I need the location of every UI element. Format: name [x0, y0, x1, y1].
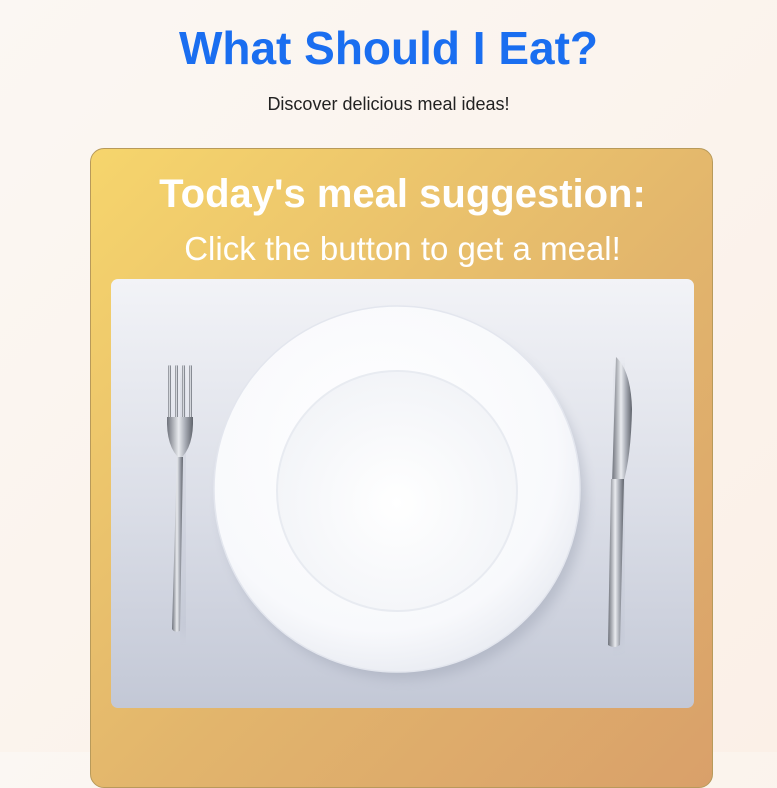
page-subtitle: Discover delicious meal ideas!	[267, 94, 510, 114]
meal-image	[111, 279, 694, 708]
meal-suggestion-text: Click the button to get a meal!	[184, 230, 621, 267]
meal-suggestion-heading: Today's meal suggestion:	[159, 172, 646, 216]
meal-suggestion-card: Today's meal suggestion: Click the butto…	[90, 148, 713, 788]
page-title: What Should I Eat?	[178, 22, 599, 74]
empty-plate-illustration	[111, 279, 694, 708]
